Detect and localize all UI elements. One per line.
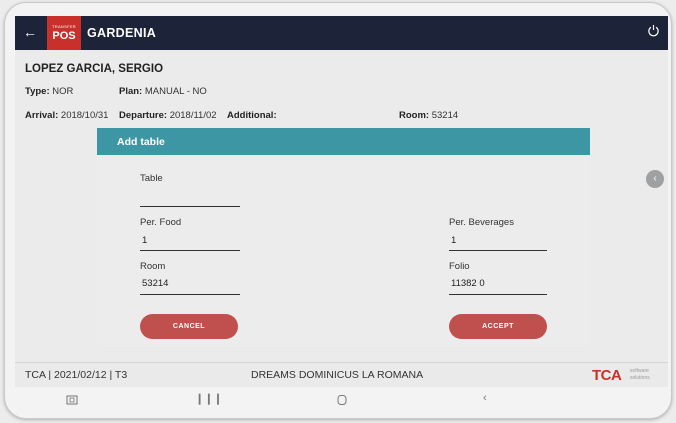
top-bar: ← TRANSFER POS GARDENIA <box>15 16 668 50</box>
status-footer: TCA | 2021/02/12 | T3 DREAMS DOMINICUS L… <box>15 362 668 387</box>
logo-text: POS <box>52 30 76 42</box>
room-value: 53214 <box>431 110 459 121</box>
beverages-input-underline <box>449 250 547 251</box>
power-icon[interactable] <box>647 24 660 37</box>
additional-label: Additional: <box>227 110 277 121</box>
room-input[interactable]: 53214 <box>142 278 168 289</box>
home-icon[interactable] <box>336 394 348 406</box>
footer-info: TCA | 2021/02/12 | T3 <box>25 369 128 381</box>
departure-info: Departure: 2018/11/02 <box>119 110 217 121</box>
type-value: NOR <box>52 86 74 97</box>
hotel-name: DREAMS DOMINICUS LA ROMANA <box>251 369 424 381</box>
back-icon[interactable]: ‹ <box>483 392 487 404</box>
app-logo: TRANSFER POS <box>47 16 81 50</box>
table-input-underline <box>140 206 240 207</box>
folio-input-underline <box>449 294 547 295</box>
dialog-header: Add table <box>97 128 590 155</box>
room-info: Room: 53214 <box>399 110 458 121</box>
add-table-dialog: Add table Table Per. Food 1 Per. Beverag… <box>97 128 590 346</box>
app-title: GARDENIA <box>87 26 157 40</box>
guest-name: LOPEZ GARCIA, SERGIO <box>25 63 164 75</box>
guest-plan: Plan: MANUAL - NO <box>119 86 207 97</box>
room-label: Room: <box>399 110 430 121</box>
food-input[interactable]: 1 <box>142 235 147 246</box>
arrival-info: Arrival: 2018/10/31 <box>25 110 108 121</box>
cancel-button[interactable]: CANCEL <box>140 314 238 339</box>
tca-sub-line1: software <box>630 368 649 374</box>
plan-label: Plan: <box>119 86 143 97</box>
beverages-label: Per. Beverages <box>449 217 514 228</box>
table-label: Table <box>140 173 163 184</box>
screenshot-icon[interactable] <box>66 394 78 406</box>
logo-small-text: TRANSFER <box>52 24 76 29</box>
app-screen: ← TRANSFER POS GARDENIA LOPEZ GARCIA, SE… <box>15 16 668 387</box>
tca-logo-subtitle: software solutions <box>630 368 650 382</box>
departure-value: 2018/11/02 <box>169 110 217 121</box>
back-arrow-icon[interactable]: ← <box>23 24 37 40</box>
food-label: Per. Food <box>140 217 182 228</box>
food-input-underline <box>140 250 240 251</box>
additional-info: Additional: <box>227 110 277 121</box>
folio-input[interactable]: 11382 0 <box>451 278 485 289</box>
plan-value: MANUAL - NO <box>144 86 207 97</box>
android-navbar: ❙❙❙ ‹ <box>15 388 668 412</box>
guest-type: Type: NOR <box>25 86 73 97</box>
room-field-label: Room <box>140 261 166 272</box>
type-label: Type: <box>25 86 50 97</box>
accept-button[interactable]: ACCEPT <box>449 314 547 339</box>
beverages-input[interactable]: 1 <box>451 235 456 246</box>
chevron-left-icon[interactable]: ‹ <box>646 170 664 188</box>
tca-sub-line2: solutions <box>630 375 650 381</box>
dialog-title: Add table <box>117 136 165 148</box>
departure-label: Departure: <box>119 110 168 121</box>
tca-logo: TCA <box>592 367 622 384</box>
folio-label: Folio <box>449 261 470 272</box>
recents-icon[interactable]: ❙❙❙ <box>195 392 223 405</box>
room-input-underline <box>140 294 240 295</box>
arrival-label: Arrival: <box>25 110 59 121</box>
arrival-value: 2018/10/31 <box>60 110 109 121</box>
